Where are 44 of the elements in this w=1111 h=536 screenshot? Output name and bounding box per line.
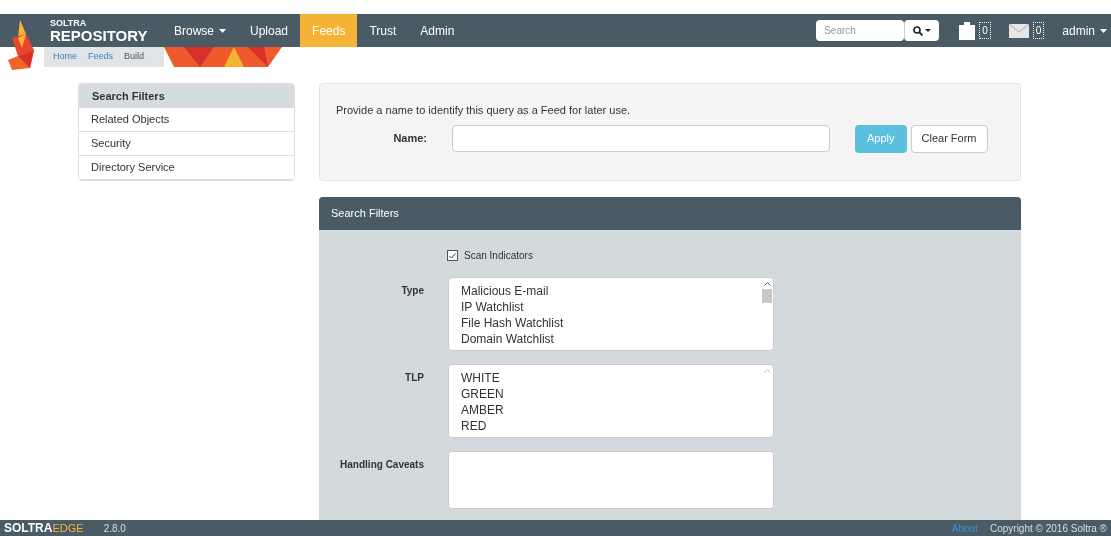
sidebar-item[interactable]: Search Filters (79, 84, 294, 108)
list-option[interactable]: WHITE (461, 370, 761, 386)
scroll-thumb[interactable] (762, 289, 772, 303)
checkbox[interactable] (447, 250, 458, 261)
list-option[interactable]: GREEN (461, 386, 761, 402)
user-menu[interactable]: admin (1062, 21, 1107, 40)
breadcrumb-link[interactable]: Home (53, 50, 77, 64)
checkbox-label: Scan Indicators (464, 249, 533, 263)
feed-intro-text: Provide a name to identify this query as a Feed for later use. (336, 103, 632, 118)
envelope-icon[interactable] (1008, 23, 1029, 38)
messages-count: 0 (1032, 22, 1045, 39)
breadcrumb-link[interactable]: Build (124, 50, 144, 64)
brand-title: REPOSITORY (50, 27, 146, 43)
copyright-text: Copyright © 2016 Soltra ® (989, 521, 1107, 536)
clipboard-count: 0 (979, 22, 991, 39)
brand-name: SOLTRA (50, 18, 88, 28)
nav-tab[interactable]: Browse (162, 14, 238, 47)
nav-tab[interactable]: Upload (238, 14, 301, 47)
search-icon (913, 25, 924, 36)
field-label: Handling Caveats (339, 458, 424, 472)
name-label: Name: (392, 131, 428, 147)
nav-tab[interactable]: Admin (408, 14, 467, 47)
caret-icon (925, 29, 932, 32)
nav-tab[interactable]: Trust (357, 14, 409, 47)
list-option[interactable]: IP Watchlist (461, 299, 761, 315)
search-button[interactable] (904, 20, 940, 41)
type-list[interactable]: Malicious E-mail IP Watchlist File Hash Watchlist Domain Watchlist (448, 277, 774, 351)
field-label: Type (400, 284, 424, 298)
tlp-list[interactable]: WHITE GREEN AMBER RED (448, 364, 774, 438)
clear-form-button[interactable]: Clear Form (910, 124, 988, 153)
list-option[interactable]: Malicious E-mail (461, 283, 761, 299)
panel-header: Search Filters (319, 197, 1021, 230)
list-option[interactable]: Domain Watchlist (461, 331, 761, 347)
version-text: 2.8.0 (103, 521, 126, 536)
footer-brand: SOLTRAEDGE (4, 520, 84, 536)
scroll-up-icon[interactable] (763, 282, 771, 286)
list-option[interactable]: File Hash Watchlist (461, 315, 761, 331)
list-option[interactable]: RED (461, 418, 761, 434)
handling-caveats-field[interactable] (448, 451, 774, 509)
clipboard-icon[interactable] (959, 21, 976, 40)
name-input[interactable] (452, 125, 830, 152)
list-option[interactable]: AMBER (461, 402, 761, 418)
field-label: TLP (404, 371, 424, 385)
caret-icon (1100, 28, 1107, 33)
